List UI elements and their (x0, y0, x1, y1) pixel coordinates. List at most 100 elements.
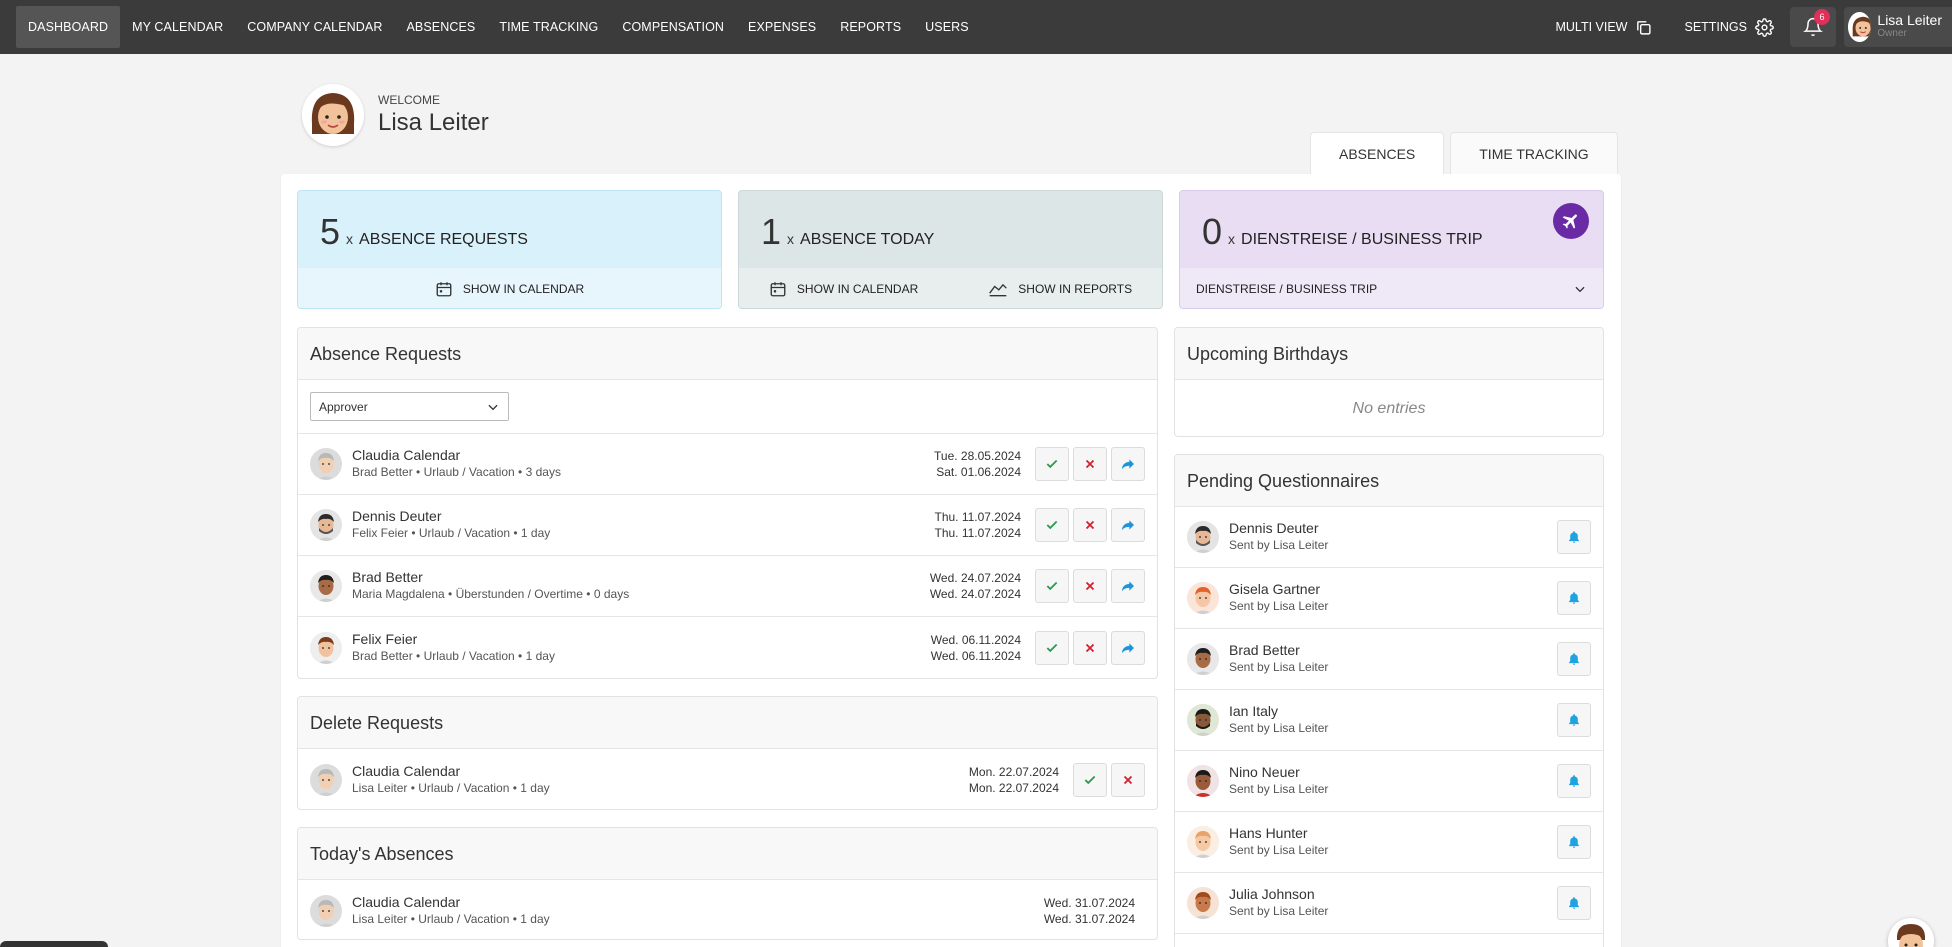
dashboard-tabs: ABSENCES TIME TRACKING (1310, 132, 1618, 174)
row-date-to: Thu. 11.07.2024 (934, 526, 1021, 540)
nav-users[interactable]: USERS (913, 6, 981, 48)
tab-time-tracking[interactable]: TIME TRACKING (1450, 132, 1618, 174)
todays-absences-panel: Today's Absences Claudia Calendar Lisa L… (297, 827, 1158, 940)
stat-requests-x: x (346, 231, 354, 247)
remind-button[interactable] (1557, 520, 1591, 554)
calendar-icon (770, 282, 786, 297)
row-name: Claudia Calendar (352, 893, 461, 910)
show-in-calendar-link[interactable]: SHOW IN CALENDAR (435, 280, 584, 298)
chevron-down-icon (488, 404, 498, 410)
remind-button[interactable] (1557, 825, 1591, 859)
remind-button[interactable] (1557, 886, 1591, 920)
welcome-label: WELCOME (378, 93, 441, 107)
birthdays-panel: Upcoming Birthdays No entries (1174, 327, 1604, 437)
row-date-to: Wed. 31.07.2024 (1043, 911, 1135, 926)
settings-label: SETTINGS (1684, 20, 1747, 34)
row-details: Sent by Lisa Leiter (1229, 538, 1329, 552)
bell-icon (1567, 713, 1581, 727)
tab-absences[interactable]: ABSENCES (1310, 132, 1445, 174)
remind-button[interactable] (1557, 764, 1591, 798)
row-name: Ian Italy (1229, 703, 1279, 719)
questionnaire-row: Dennis Deuter Sent by Lisa Leiter (1175, 507, 1603, 568)
request-row: Claudia Calendar Lisa Leiter • Urlaub / … (298, 880, 1157, 939)
today-show-in-calendar-link[interactable]: SHOW IN CALENDAR (769, 280, 918, 298)
row-details: Sent by Lisa Leiter (1229, 721, 1329, 735)
trip-type-select[interactable]: DIENSTREISE / BUSINESS TRIP (1180, 268, 1603, 308)
approve-button[interactable] (1035, 447, 1069, 481)
approver-filter-select[interactable]: Approver (310, 392, 509, 421)
row-name: Claudia Calendar (352, 447, 461, 463)
forward-button[interactable] (1111, 508, 1145, 542)
settings-button[interactable]: SETTINGS (1668, 0, 1790, 54)
nav-time-tracking[interactable]: TIME TRACKING (487, 6, 610, 48)
row-date-to: Mon. 22.07.2024 (968, 780, 1059, 795)
nav-dashboard[interactable]: DASHBOARD (16, 6, 121, 48)
stat-today-count: 1 (761, 211, 782, 252)
nav-company-calendar[interactable]: COMPANY CALENDAR (235, 6, 394, 48)
reject-button[interactable] (1073, 630, 1107, 665)
user-name: Lisa Leiter (1877, 12, 1942, 28)
row-details: Felix Feier • Urlaub / Vacation • 1 day (352, 526, 551, 540)
row-name: Brad Better (1229, 642, 1300, 658)
user-menu[interactable]: Lisa Leiter Owner (1844, 7, 1952, 47)
forward-button[interactable] (1111, 447, 1145, 481)
avatar (1187, 765, 1219, 797)
questionnaire-row: Julia Johnson Sent by Lisa Leiter (1175, 873, 1603, 934)
row-details: Sent by Lisa Leiter (1229, 782, 1329, 796)
row-details: Brad Better • Urlaub / Vacation • 1 day (352, 648, 555, 663)
reject-button[interactable] (1111, 762, 1145, 797)
row-date-to: Sat. 01.06.2024 (936, 465, 1021, 479)
avatar (1187, 521, 1219, 553)
row-date-from: Wed. 24.07.2024 (929, 571, 1021, 585)
remind-button[interactable] (1557, 642, 1591, 676)
approve-button[interactable] (1073, 762, 1107, 797)
bottom-bar[interactable] (0, 941, 108, 947)
stat-today-label: ABSENCE TODAY (800, 231, 935, 248)
nav-right: MULTI VIEW SETTINGS 6 Lisa Leiter Owner (1539, 0, 1952, 54)
approve-button[interactable] (1035, 569, 1069, 603)
multi-view-button[interactable]: MULTI VIEW (1539, 0, 1668, 54)
welcome-name: Lisa Leiter (378, 109, 489, 136)
stat-trip-count: 0 (1202, 211, 1223, 252)
nav-my-calendar[interactable]: MY CALENDAR (120, 6, 235, 48)
forward-button[interactable] (1111, 630, 1145, 665)
row-name: Dennis Deuter (1229, 520, 1319, 536)
copy-windows-icon (1637, 20, 1652, 35)
nav-reports[interactable]: REPORTS (828, 6, 913, 48)
user-role: Owner (1877, 28, 1907, 39)
request-row: Claudia Calendar Brad Better • Urlaub / … (298, 434, 1157, 495)
row-details: Lisa Leiter • Urlaub / Vacation • 1 day (352, 780, 550, 795)
questionnaires-title: Pending Questionnaires (1175, 455, 1603, 507)
row-date-from: Tue. 28.05.2024 (934, 449, 1021, 463)
row-name: Brad Better (352, 569, 423, 585)
approve-button[interactable] (1035, 508, 1069, 542)
reject-button[interactable] (1073, 508, 1107, 542)
show-in-reports-link[interactable]: SHOW IN REPORTS (988, 280, 1132, 298)
questionnaires-panel: Pending Questionnaires Dennis Deuter Sen… (1174, 454, 1604, 947)
notifications-button[interactable]: 6 (1790, 7, 1836, 47)
todays-absences-title: Today's Absences (298, 828, 1157, 880)
show-in-reports-label: SHOW IN REPORTS (1018, 282, 1133, 296)
nav-compensation[interactable]: COMPENSATION (610, 6, 736, 48)
forward-button[interactable] (1111, 569, 1145, 603)
stat-business-trip: 0 x DIENSTREISE / BUSINESS TRIP DIENSTRE… (1179, 190, 1604, 309)
bell-icon (1567, 896, 1581, 910)
support-chat-button[interactable] (1888, 918, 1934, 947)
remind-button[interactable] (1557, 581, 1591, 615)
birthdays-title: Upcoming Birthdays (1175, 328, 1603, 380)
reject-button[interactable] (1073, 447, 1107, 481)
birthdays-empty: No entries (1352, 400, 1426, 417)
nav-absences[interactable]: ABSENCES (394, 6, 487, 48)
trip-type-label: DIENSTREISE / BUSINESS TRIP (1196, 282, 1378, 296)
close-icon (1084, 519, 1096, 531)
bell-icon (1567, 652, 1581, 666)
approve-button[interactable] (1035, 630, 1069, 665)
row-name: Hans Hunter (1229, 825, 1308, 841)
row-date-from: Thu. 11.07.2024 (934, 510, 1021, 524)
nav-expenses[interactable]: EXPENSES (736, 6, 828, 48)
checkmark-icon (1045, 457, 1059, 471)
multi-view-label: MULTI VIEW (1555, 20, 1628, 34)
remind-button[interactable] (1557, 703, 1591, 737)
reject-button[interactable] (1073, 569, 1107, 603)
calendar-icon (436, 282, 452, 297)
